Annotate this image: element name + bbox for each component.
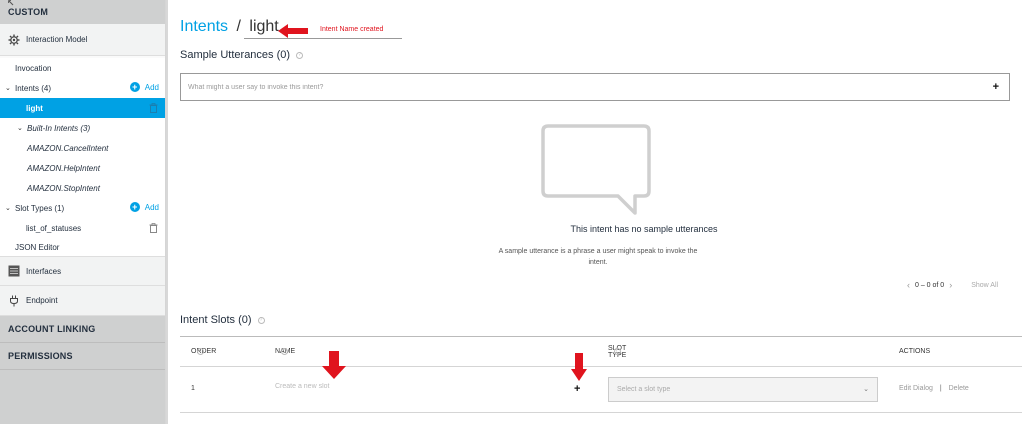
sidebar-slot-type-item-label: list_of_statuses: [26, 223, 82, 233]
sidebar-item-json-editor[interactable]: JSON Editor: [0, 238, 165, 256]
column-actions-label: ACTIONS: [899, 348, 931, 355]
add-slot-type-button[interactable]: + Add: [129, 202, 159, 212]
trash-icon[interactable]: [149, 223, 158, 235]
slot-name-cell: [275, 383, 495, 390]
add-intent-button[interactable]: + Add: [129, 82, 159, 92]
sidebar-invocation-label: Invocation: [15, 63, 52, 73]
sidebar-interfaces-label: Interfaces: [26, 266, 62, 276]
intent-name: light: [249, 18, 279, 35]
chevron-down-icon[interactable]: ⌄: [5, 84, 15, 92]
sidebar-item-cancel-intent[interactable]: AMAZON.CancelIntent: [0, 138, 165, 158]
speech-bubble-icon: [541, 124, 651, 215]
app-root: ↖ CUSTOM Interaction Model Invocation ⌄ …: [0, 0, 1024, 424]
sidebar-endpoint-label: Endpoint: [26, 296, 58, 305]
sidebar-item-builtin-intents[interactable]: ⌄ Built-In Intents (3): [0, 118, 165, 138]
sidebar-intents-label: Intents (4): [15, 83, 52, 93]
sidebar-item-interaction-model[interactable]: Interaction Model: [0, 24, 165, 56]
utterance-input-box: +: [180, 73, 1010, 101]
info-icon[interactable]: ?: [296, 51, 304, 59]
interfaces-icon: [8, 265, 20, 277]
edit-dialog-link[interactable]: Edit Dialog: [899, 385, 933, 392]
sidebar-intent-light-label: light: [26, 103, 43, 113]
add-slot-type-label: Add: [144, 202, 159, 212]
breadcrumb-separator: /: [236, 18, 241, 35]
info-icon[interactable]: ?: [281, 348, 288, 355]
add-utterance-button[interactable]: +: [993, 81, 999, 93]
sample-utterances-label: Sample Utterances (0): [180, 49, 291, 61]
slot-order: 1: [191, 385, 195, 392]
sidebar-item-help-intent[interactable]: AMAZON.HelpIntent: [0, 158, 165, 178]
intent-slots-label: Intent Slots (0): [180, 314, 252, 326]
pager-count: 0 – 0 of 0: [915, 281, 945, 289]
sidebar-footer-fill: [0, 370, 165, 424]
add-slot-button[interactable]: +: [574, 383, 580, 395]
chevron-down-icon[interactable]: ⌄: [5, 204, 15, 212]
plus-circle-icon: +: [129, 82, 140, 92]
main-content: Intents / light Intent Name created Samp…: [168, 0, 1024, 424]
utterance-input[interactable]: [181, 74, 971, 100]
sidebar-section-account-linking[interactable]: ACCOUNT LINKING: [0, 316, 165, 343]
sidebar-builtin-item-label: AMAZON.HelpIntent: [27, 163, 100, 173]
table-row: 1 + Select a slot type ⌄ Edit Dialog | D…: [180, 367, 1022, 413]
sidebar-slot-types-label: Slot Types (1): [15, 203, 65, 213]
sidebar-item-list-of-statuses[interactable]: list_of_statuses: [0, 218, 165, 238]
delete-slot-link[interactable]: Delete: [949, 385, 969, 392]
red-arrow-icon: [571, 353, 587, 381]
chevron-down-icon: ⌄: [863, 386, 869, 393]
sidebar-item-invocation[interactable]: Invocation: [0, 58, 165, 78]
page-title: Intents / light: [180, 18, 279, 36]
table-header: ORDER ? NAME ? SLOT TYPE ? ACTIONS: [180, 336, 1022, 367]
title-underline: [244, 38, 402, 39]
red-arrow-icon: [322, 351, 346, 379]
gear-icon: [8, 34, 20, 46]
pagination: ‹ 0 – 0 of 0 › Show All: [902, 280, 998, 290]
intent-slots-title: Intent Slots (0) ?: [180, 314, 265, 326]
sidebar-section-permissions[interactable]: PERMISSIONS: [0, 343, 165, 370]
sidebar-permissions-label: PERMISSIONS: [8, 351, 73, 361]
cursor-icon: ↖: [7, 0, 15, 8]
empty-state-description: A sample utterance is a phrase a user mi…: [498, 248, 698, 266]
annotation-label: Intent Name created: [320, 26, 384, 33]
info-icon[interactable]: ?: [197, 348, 204, 355]
chevron-left-icon[interactable]: ‹: [907, 280, 910, 290]
sidebar-account-linking-label: ACCOUNT LINKING: [8, 324, 96, 334]
trash-icon[interactable]: [149, 103, 158, 115]
plug-icon: [8, 295, 20, 307]
sidebar-interaction-model-label: Interaction Model: [26, 35, 88, 44]
add-intent-label: Add: [144, 82, 159, 92]
sidebar-json-editor-label: JSON Editor: [15, 242, 60, 252]
intent-slots-table: ORDER ? NAME ? SLOT TYPE ? ACTIONS 1 Cre…: [180, 336, 1022, 413]
actions-divider: |: [939, 385, 942, 392]
slot-name-input[interactable]: [275, 383, 495, 390]
breadcrumb-intents-link[interactable]: Intents: [180, 18, 228, 35]
empty-state-title: This intent has no sample utterances: [570, 224, 718, 234]
sidebar-item-slot-types[interactable]: ⌄ Slot Types (1) + Add: [0, 198, 165, 218]
slot-type-select[interactable]: Select a slot type ⌄: [608, 377, 878, 402]
sidebar-builtin-item-label: AMAZON.StopIntent: [27, 183, 100, 193]
chevron-right-icon[interactable]: ›: [949, 280, 952, 290]
sidebar-item-stop-intent[interactable]: AMAZON.StopIntent: [0, 178, 165, 198]
sidebar-item-interfaces[interactable]: Interfaces: [0, 256, 165, 286]
sidebar-builtin-label: Built-In Intents (3): [27, 123, 91, 133]
slot-type-placeholder: Select a slot type: [617, 386, 671, 393]
show-all-link[interactable]: Show All: [971, 282, 998, 289]
chevron-down-icon[interactable]: ⌄: [17, 124, 27, 132]
sidebar-section-custom[interactable]: ↖ CUSTOM: [0, 0, 165, 24]
sample-utterances-title: Sample Utterances (0) ?: [180, 49, 304, 61]
red-arrow-icon: [278, 24, 308, 38]
sidebar-item-endpoint[interactable]: Endpoint: [0, 286, 165, 316]
info-icon[interactable]: ?: [614, 348, 621, 355]
sidebar: ↖ CUSTOM Interaction Model Invocation ⌄ …: [0, 0, 166, 424]
plus-circle-icon: +: [129, 202, 140, 212]
info-icon[interactable]: ?: [257, 316, 265, 324]
sidebar-builtin-item-label: AMAZON.CancelIntent: [27, 143, 109, 153]
sidebar-interaction-model-children: Invocation ⌄ Intents (4) + Add light ⌄ B…: [0, 58, 165, 256]
sidebar-item-intent-light[interactable]: light: [0, 98, 165, 118]
slot-actions: Edit Dialog | Delete: [899, 385, 969, 392]
sidebar-item-intents[interactable]: ⌄ Intents (4) + Add: [0, 78, 165, 98]
